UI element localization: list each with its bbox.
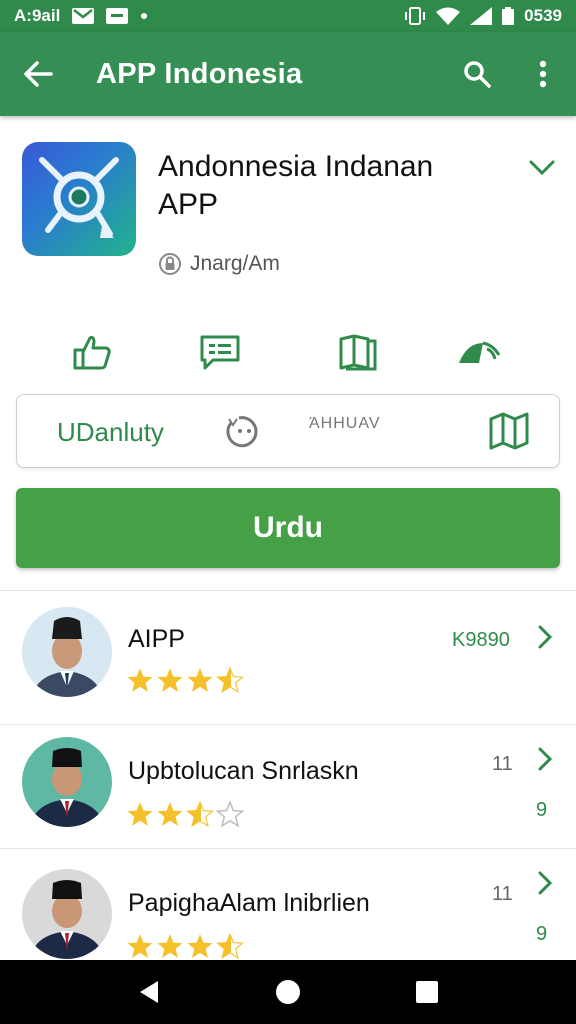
list-item[interactable]: Upbtolucan Snrlaskn 11 9 (0, 715, 576, 849)
system-nav-bar (0, 960, 576, 1024)
install-button[interactable]: Urdu (16, 488, 560, 568)
review-meta-secondary: 9 (536, 923, 548, 945)
review-meta: 11 (492, 753, 513, 775)
star-filled-icon (157, 668, 183, 692)
review-meta: K9890 (452, 629, 510, 651)
more-options-button[interactable] (510, 32, 576, 116)
developer-row[interactable]: Jnarg/Am (158, 252, 280, 276)
review-meta-secondary: 9 (536, 799, 548, 821)
share-icon (459, 341, 501, 363)
reviewer-name: PapighaAlam lnibrlien (128, 889, 370, 917)
search-icon (464, 61, 491, 88)
nav-home-button[interactable] (258, 962, 318, 1022)
message-button[interactable] (190, 322, 250, 382)
app-bar: APP Indonesia (0, 32, 576, 116)
app-icon (22, 142, 136, 256)
nav-back-button[interactable] (119, 962, 179, 1022)
carrier-label: A:9ail (14, 6, 61, 25)
share-button[interactable] (450, 322, 510, 382)
star-half-icon (216, 933, 244, 959)
action-icons-row (0, 322, 576, 382)
page-title: APP Indonesia (96, 57, 303, 90)
search-button[interactable] (444, 32, 510, 116)
star-filled-icon (157, 934, 183, 958)
rating-stars (126, 801, 244, 827)
chevron-right-icon (538, 871, 553, 895)
mail-icon (106, 8, 129, 24)
library-button[interactable] (328, 322, 388, 382)
list-item[interactable]: AIPP K9890 (0, 591, 576, 725)
star-half-icon (216, 667, 244, 693)
notification-dot-icon (141, 13, 148, 19)
star-filled-icon (127, 934, 153, 958)
star-filled-icon (187, 668, 213, 692)
back-triangle-icon (140, 981, 159, 1003)
review-list: AIPP K9890 Upbtolucan Snrlaskn 11 9 Papi (0, 590, 576, 960)
app-name: Andonnesia Indanan APP (158, 150, 434, 221)
recents-square-icon (415, 981, 438, 1003)
developer-name: Jnarg/Am (190, 252, 280, 275)
avatar (22, 737, 112, 827)
avatar (22, 607, 112, 697)
like-button[interactable] (62, 322, 122, 382)
star-filled-icon (127, 802, 153, 826)
star-filled-icon (127, 668, 153, 692)
home-circle-icon (275, 980, 300, 1004)
chevron-right-icon (538, 625, 553, 649)
star-empty-icon (216, 801, 244, 827)
more-vert-icon (539, 60, 547, 88)
info-box[interactable]: UDanluty ΆΗΗUAV (16, 394, 560, 468)
gmail-icon (72, 8, 95, 24)
nav-recents-button[interactable] (397, 962, 457, 1022)
info-label: UDanluty (57, 417, 164, 447)
lock-badge-icon (159, 253, 181, 275)
wifi-icon (436, 7, 461, 25)
reviewer-name: Upbtolucan Snrlaskn (128, 757, 359, 785)
thumbs-up-icon (73, 336, 111, 370)
avatar (22, 869, 112, 959)
compass-logo-icon (39, 157, 119, 238)
clock: 0539 (524, 6, 562, 25)
book-icon (339, 334, 377, 371)
chevron-right-icon (538, 747, 553, 771)
message-icon (200, 335, 240, 370)
back-button[interactable] (0, 32, 76, 116)
map-icon (489, 412, 529, 450)
info-small-text: ΆΗΗUAV (309, 415, 381, 432)
star-half-icon (186, 801, 214, 827)
battery-icon (502, 7, 515, 25)
star-filled-icon (187, 934, 213, 958)
refresh-face-icon (226, 416, 258, 448)
vibrate-icon (405, 7, 426, 25)
expand-button[interactable] (524, 150, 560, 186)
chevron-down-icon (529, 160, 555, 176)
back-arrow-icon (24, 61, 53, 87)
reviewer-name: AIPP (128, 625, 185, 653)
review-meta: 11 (492, 883, 513, 905)
star-filled-icon (157, 802, 183, 826)
rating-stars (126, 667, 244, 693)
rating-stars (126, 933, 244, 959)
signal-icon (470, 7, 493, 25)
status-bar: A:9ail 0539 (0, 0, 576, 32)
